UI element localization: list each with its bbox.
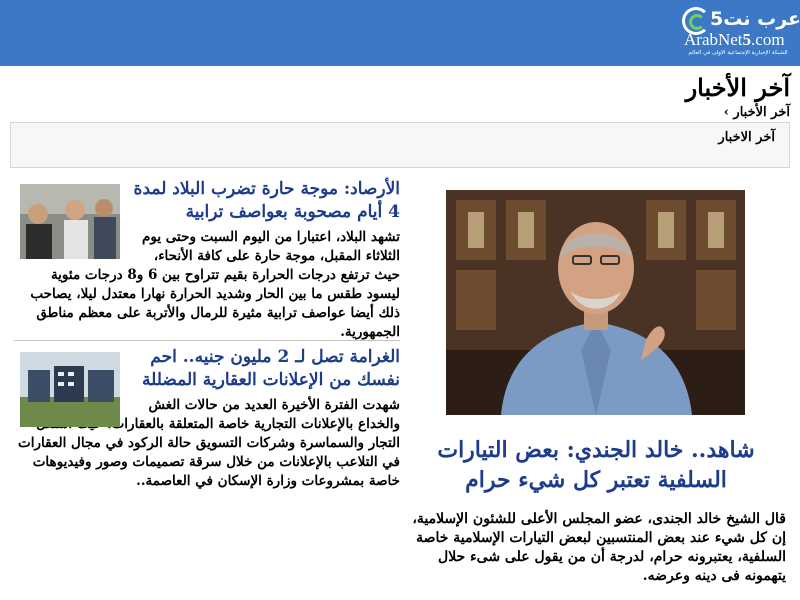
page-title: آخر الأخبار	[685, 73, 790, 102]
featured-article-image[interactable]	[446, 190, 745, 415]
news-divider	[14, 340, 400, 341]
news-thumbnail[interactable]	[20, 184, 120, 259]
logo-tagline: الشبكة الإخبارية الإجتماعية الأولى في ال…	[688, 50, 788, 56]
logo-latin-text: ArabNet5.com	[684, 30, 785, 49]
logo-signal-inner-icon	[689, 14, 705, 30]
section-header-box: آخر الاخبار	[10, 122, 790, 168]
section-label: آخر الاخبار	[718, 130, 775, 145]
logo-arabic-text: عرب نت5	[710, 8, 800, 30]
featured-article-summary: قال الشيخ خالد الجندى، عضو المجلس الأعلى…	[412, 511, 786, 584]
news-list-item: الغرامة تصل لـ 2 مليون جنيه.. احم نفسك م…	[14, 346, 400, 491]
news-list-item: الأرصاد: موجة حارة تضرب البلاد لمدة 4 أي…	[14, 178, 400, 342]
breadcrumb-link[interactable]: آخر الأخبار ›	[724, 105, 790, 120]
top-header-bar: عرب نت5 ArabNet5.com الشبكة الإخبارية ال…	[0, 0, 800, 66]
site-logo[interactable]: عرب نت5 ArabNet5.com الشبكة الإخبارية ال…	[682, 4, 800, 62]
featured-article-title[interactable]: شاهد.. خالد الجندي: بعض التيارات السلفية…	[415, 435, 777, 495]
news-thumbnail[interactable]	[20, 352, 120, 427]
